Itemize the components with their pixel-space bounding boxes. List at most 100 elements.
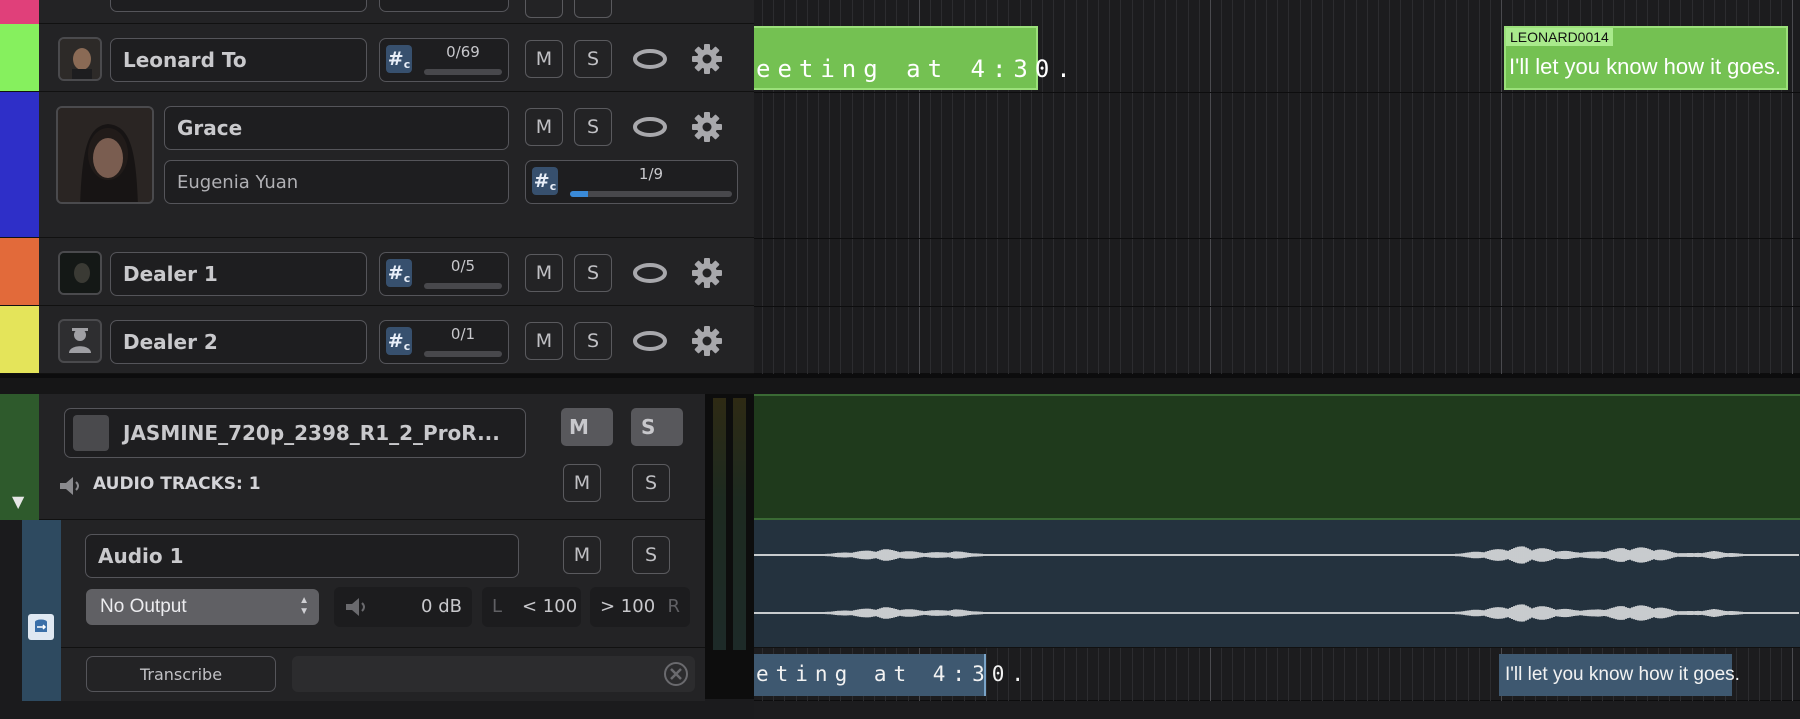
avatar <box>58 251 102 295</box>
character-name-field[interactable] <box>110 0 367 12</box>
hash-c-icon: # c <box>386 259 412 287</box>
track-dealer-2: Dealer 2 # c 0/1 M S <box>0 306 754 374</box>
mute-button[interactable]: M <box>563 536 601 574</box>
dialogue-clip[interactable]: eeting at 4:30. <box>754 26 1071 90</box>
video-mute-button[interactable]: M <box>561 408 613 446</box>
video-name-field[interactable]: JASMINE_720p_2398_R1_2_ProR... <box>64 408 526 458</box>
solo-button[interactable]: S <box>574 40 612 78</box>
clip-text: I'll let you know how it goes. <box>1509 54 1782 79</box>
mute-button[interactable]: M <box>525 40 563 78</box>
pan-left-label: L <box>492 596 503 617</box>
line-counter: # c 0/69 <box>379 38 509 82</box>
mute-button[interactable]: M <box>525 254 563 292</box>
video-solo-button[interactable]: S <box>631 408 683 446</box>
progress-bar <box>424 69 502 75</box>
solo-button[interactable]: S <box>632 536 670 574</box>
counter-text: 1/9 <box>638 165 664 183</box>
app-window: Leonard To # c 0/69 M S Grace Eugenia Yua… <box>0 0 1800 719</box>
clear-icon[interactable] <box>663 661 689 687</box>
mute-button[interactable]: M <box>525 322 563 360</box>
progress-bar <box>424 351 502 357</box>
audio-source-icon[interactable] <box>28 614 54 640</box>
transcribe-button[interactable]: Transcribe <box>86 656 276 692</box>
output-select-value: No Output <box>100 596 187 617</box>
progress-bar <box>570 191 732 197</box>
mute-button[interactable] <box>525 0 563 18</box>
track-color-strip <box>22 648 61 701</box>
level-meter <box>705 394 754 699</box>
video-clip-region[interactable] <box>754 394 1800 520</box>
audio-name-field[interactable]: Audio 1 <box>85 534 519 578</box>
pan-right-label: R <box>667 596 680 617</box>
waveform-path <box>753 546 1799 622</box>
hash-c-icon: # c <box>386 45 412 73</box>
track-color-strip <box>0 306 39 373</box>
hash-c-icon: # c <box>532 167 558 195</box>
track-indent <box>0 648 22 701</box>
track-grace: Grace Eugenia Yuan M S # c 1/9 <box>0 92 754 238</box>
lips-icon[interactable] <box>631 260 669 286</box>
solo-button[interactable]: S <box>574 108 612 146</box>
line-counter: # c 1/9 <box>525 160 738 204</box>
gain-value: 0 dB <box>421 596 462 617</box>
solo-button[interactable]: S <box>574 254 612 292</box>
subtitle-clip[interactable]: eting at 4:30. <box>754 654 1024 696</box>
actor-name-field[interactable]: Eugenia Yuan <box>164 160 509 204</box>
audio-tracks-label: AUDIO TRACKS: 1 <box>93 474 261 494</box>
pan-right-value: > 100 <box>600 596 656 617</box>
speaker-icon <box>344 595 370 619</box>
lips-icon[interactable] <box>631 328 669 354</box>
person-placeholder-icon <box>58 319 102 363</box>
waveform-region[interactable] <box>753 520 1800 648</box>
character-name-field[interactable]: Leonard To <box>110 38 367 82</box>
character-name-field[interactable]: Grace <box>164 106 509 150</box>
gear-icon[interactable] <box>690 324 724 358</box>
solo-button[interactable] <box>574 0 612 18</box>
timeline-footer <box>754 701 1800 719</box>
avatar <box>58 37 102 81</box>
line-counter: # c 0/5 <box>379 252 509 296</box>
character-name-field[interactable]: Dealer 1 <box>110 252 367 296</box>
gain-field[interactable]: 0 dB <box>334 587 472 627</box>
mute-button[interactable]: M <box>563 464 601 502</box>
video-name: JASMINE_720p_2398_R1_2_ProR... <box>123 421 500 445</box>
track-color-strip <box>0 92 39 237</box>
solo-button[interactable]: S <box>574 322 612 360</box>
transcribe-row: Transcribe <box>0 648 705 701</box>
pan-left-value: < 100 <box>522 596 578 617</box>
pan-left-field[interactable]: L < 100 <box>482 587 581 627</box>
dialogue-clip[interactable]: LEONARD0014 I'll let you know how it goe… <box>1504 26 1788 90</box>
track-color-strip <box>0 0 39 24</box>
footer-bar <box>0 701 754 719</box>
pan-right-field[interactable]: > 100 R <box>590 587 690 627</box>
subtitle-clip[interactable]: I'll let you know how it goes. <box>1499 654 1740 696</box>
video-track-header: ▼ JASMINE_720p_2398_R1_2_ProR... AUDIO T… <box>0 394 705 520</box>
avatar <box>56 106 154 204</box>
clip-id-label: LEONARD0014 <box>1506 28 1613 46</box>
track-dealer-1: Dealer 1 # c 0/5 M S <box>0 238 754 306</box>
select-arrows-icon: ▲ ▼ <box>299 595 309 617</box>
gear-icon[interactable] <box>690 110 724 144</box>
mute-button[interactable]: M <box>525 108 563 146</box>
transcribe-input[interactable] <box>292 656 695 692</box>
track-leonard: Leonard To # c 0/69 M S <box>0 24 754 92</box>
section-divider <box>0 374 1800 394</box>
counter-text: 0/5 <box>450 257 476 275</box>
audio-waveform <box>753 546 1799 622</box>
character-name-field[interactable]: Dealer 2 <box>110 320 367 364</box>
lips-icon[interactable] <box>631 46 669 72</box>
track-color-strip <box>0 238 39 305</box>
partial-track-row <box>0 0 754 24</box>
solo-button[interactable]: S <box>632 464 670 502</box>
track-indent <box>0 520 22 648</box>
gear-icon[interactable] <box>690 42 724 76</box>
speaker-icon <box>58 474 84 498</box>
counter-text: 0/69 <box>446 43 480 61</box>
video-thumbnail <box>73 415 109 451</box>
lips-icon[interactable] <box>631 114 669 140</box>
output-select[interactable]: No Output ▲ ▼ <box>86 589 319 625</box>
hash-c-icon: # c <box>386 327 412 355</box>
counter-text: 0/1 <box>450 325 476 343</box>
collapse-arrow-icon[interactable]: ▼ <box>12 492 24 511</box>
gear-icon[interactable] <box>690 256 724 290</box>
